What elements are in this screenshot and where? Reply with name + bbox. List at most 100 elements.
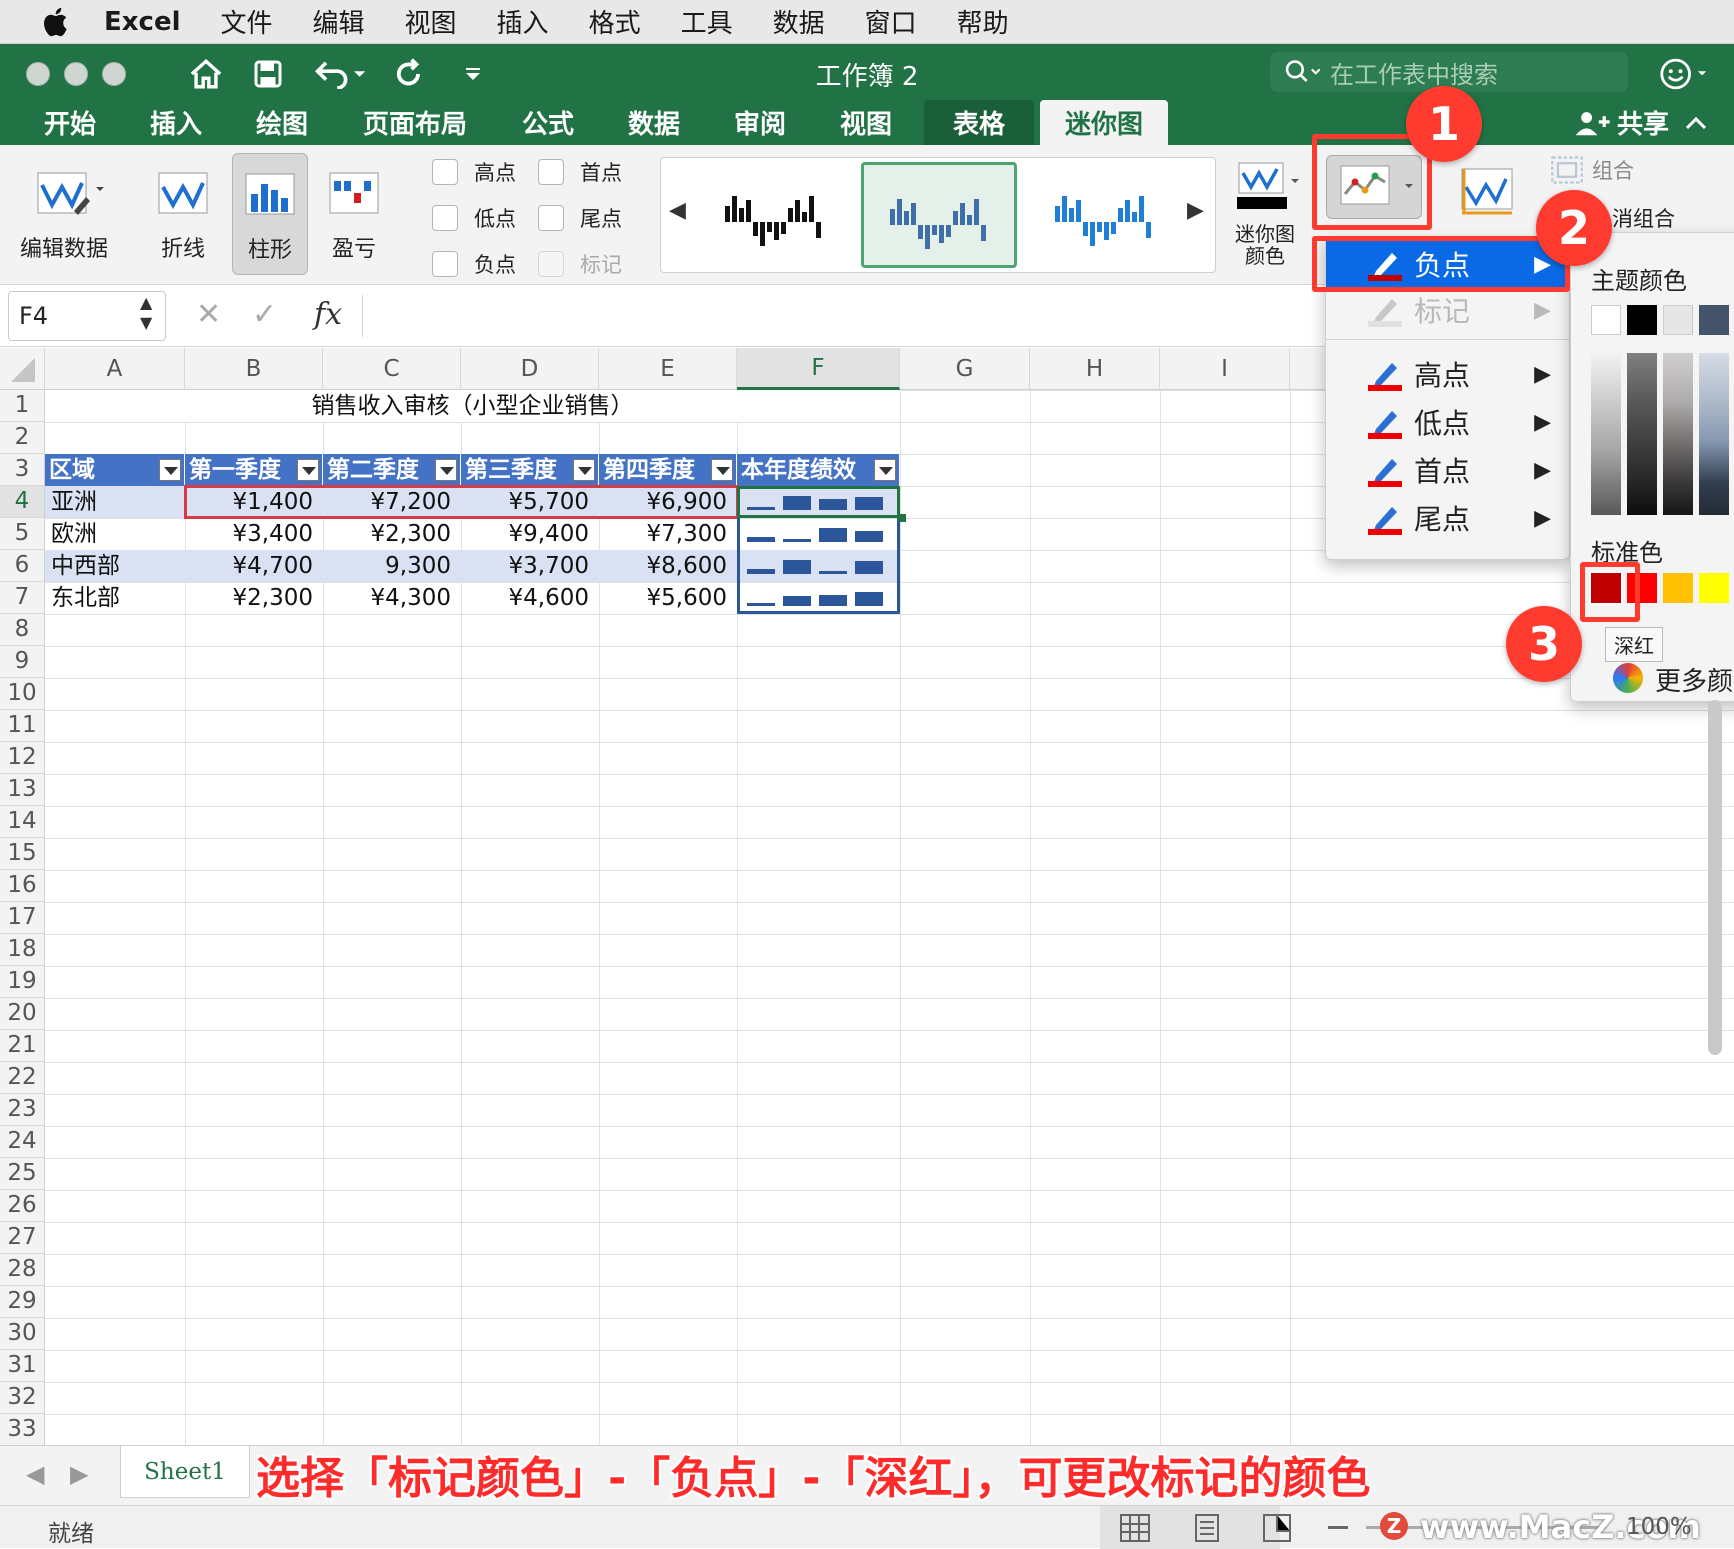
row-header-15[interactable]: 15	[0, 838, 45, 870]
cell-a4[interactable]: 亚洲	[45, 486, 185, 518]
swatch-column-gray-shades[interactable]	[1663, 353, 1693, 515]
tab-table[interactable]: 表格	[924, 100, 1034, 145]
row-header-1[interactable]: 1	[0, 390, 45, 422]
row-header-2[interactable]: 2	[0, 422, 45, 454]
row-header-20[interactable]: 20	[0, 998, 45, 1030]
cell-c5[interactable]: ¥2,300	[323, 518, 461, 550]
cell-b5[interactable]: ¥3,400	[185, 518, 323, 550]
sheet-title-cell[interactable]: 销售收入审核（小型企业销售）	[45, 390, 900, 422]
menu-item-first-point[interactable]: 首点 ▶	[1326, 447, 1571, 493]
collapse-ribbon-icon[interactable]	[1676, 100, 1716, 145]
cell-a5[interactable]: 欧洲	[45, 518, 185, 550]
menu-item-low-point[interactable]: 低点 ▶	[1326, 399, 1571, 445]
tab-review[interactable]: 审阅	[720, 100, 800, 145]
row-header-7[interactable]: 7	[0, 582, 45, 614]
tab-home[interactable]: 开始	[30, 100, 110, 145]
row-header-13[interactable]: 13	[0, 774, 45, 806]
tab-view[interactable]: 视图	[826, 100, 906, 145]
cell-e5[interactable]: ¥7,300	[599, 518, 737, 550]
column-sparkline-button[interactable]: 柱形	[232, 153, 308, 275]
sparkline-style-black[interactable]	[701, 168, 841, 262]
low-point-checkbox[interactable]: 低点	[432, 203, 516, 233]
cell-a6[interactable]: 中西部	[45, 550, 185, 582]
column-header-h[interactable]: H	[1030, 348, 1160, 390]
page-layout-view-icon[interactable]	[1192, 1514, 1222, 1542]
ungroup-button[interactable]: 消组合	[1612, 203, 1675, 233]
formula-input[interactable]	[372, 291, 1322, 341]
filter-dropdown-icon[interactable]	[874, 459, 896, 481]
negative-point-checkbox[interactable]: 负点	[432, 249, 516, 279]
row-header-9[interactable]: 9	[0, 646, 45, 678]
row-header-12[interactable]: 12	[0, 742, 45, 774]
column-header-i[interactable]: I	[1160, 348, 1290, 390]
row-header-10[interactable]: 10	[0, 678, 45, 710]
insert-function-icon[interactable]: fx	[314, 297, 342, 332]
row-header-32[interactable]: 32	[0, 1382, 45, 1414]
swatch-theme-gray[interactable]	[1663, 305, 1693, 335]
sheet-tab-sheet1[interactable]: Sheet1	[120, 1446, 250, 1498]
column-header-f[interactable]: F	[737, 348, 900, 390]
sparkline-style-blue[interactable]	[1031, 168, 1171, 262]
cell-c7[interactable]: ¥4,300	[323, 582, 461, 614]
cell-b7[interactable]: ¥2,300	[185, 582, 323, 614]
swatch-orange[interactable]	[1663, 573, 1693, 603]
row-header-3[interactable]: 3	[0, 454, 45, 486]
line-sparkline-button[interactable]: 折线	[140, 165, 226, 263]
row-header-16[interactable]: 16	[0, 870, 45, 902]
row-header-6[interactable]: 6	[0, 550, 45, 582]
tab-formulas[interactable]: 公式	[508, 100, 588, 145]
cell-b6[interactable]: ¥4,700	[185, 550, 323, 582]
row-header-33[interactable]: 33	[0, 1414, 45, 1446]
row-header-31[interactable]: 31	[0, 1350, 45, 1382]
table-header-region[interactable]: 区域	[45, 454, 185, 486]
row-header-5[interactable]: 5	[0, 518, 45, 550]
menu-window[interactable]: 窗口	[865, 3, 917, 40]
table-header-q1[interactable]: 第一季度	[185, 454, 323, 486]
gallery-prev-icon[interactable]: ◀	[669, 198, 686, 223]
row-header-4[interactable]: 4	[0, 486, 45, 518]
filter-dropdown-icon[interactable]	[711, 459, 733, 481]
axis-button[interactable]	[1452, 163, 1532, 227]
name-box-stepper-icon[interactable]: ▲ ▼	[140, 293, 152, 333]
menu-edit[interactable]: 编辑	[313, 3, 365, 40]
search-input[interactable]: 在工作表中搜索	[1330, 55, 1498, 90]
tab-insert[interactable]: 插入	[136, 100, 216, 145]
smiley-feedback-icon[interactable]	[1656, 52, 1712, 96]
tab-data[interactable]: 数据	[614, 100, 694, 145]
row-header-27[interactable]: 27	[0, 1222, 45, 1254]
row-header-8[interactable]: 8	[0, 614, 45, 646]
next-sheet-icon[interactable]: ▶	[70, 1460, 88, 1488]
cell-e6[interactable]: ¥8,600	[599, 550, 737, 582]
menu-file[interactable]: 文件	[221, 3, 273, 40]
swatch-yellow[interactable]	[1699, 573, 1729, 603]
menu-item-high-point[interactable]: 高点 ▶	[1326, 351, 1571, 397]
apple-icon[interactable]	[40, 5, 74, 39]
row-header-18[interactable]: 18	[0, 934, 45, 966]
table-header-q4[interactable]: 第四季度	[599, 454, 737, 486]
column-header-b[interactable]: B	[185, 348, 323, 390]
menu-excel[interactable]: Excel	[104, 7, 181, 37]
table-header-performance[interactable]: 本年度绩效	[737, 454, 900, 486]
row-header-14[interactable]: 14	[0, 806, 45, 838]
menu-help[interactable]: 帮助	[957, 3, 1009, 40]
row-header-24[interactable]: 24	[0, 1126, 45, 1158]
filter-dropdown-icon[interactable]	[573, 459, 595, 481]
group-button[interactable]: 组合	[1550, 155, 1634, 185]
tab-sparkline[interactable]: 迷你图	[1040, 100, 1168, 145]
page-break-view-icon[interactable]	[1262, 1514, 1292, 1542]
last-point-checkbox[interactable]: 尾点	[538, 203, 622, 233]
menu-format[interactable]: 格式	[589, 3, 641, 40]
confirm-formula-icon[interactable]: ✓	[252, 297, 277, 332]
row-header-23[interactable]: 23	[0, 1094, 45, 1126]
table-header-q2[interactable]: 第二季度	[323, 454, 461, 486]
tab-draw[interactable]: 绘图	[242, 100, 322, 145]
win-loss-button[interactable]: 盈亏	[314, 165, 394, 263]
row-header-21[interactable]: 21	[0, 1030, 45, 1062]
filter-dropdown-icon[interactable]	[435, 459, 457, 481]
column-header-c[interactable]: C	[323, 348, 461, 390]
swatch-theme-black[interactable]	[1627, 305, 1657, 335]
filter-dropdown-icon[interactable]	[159, 459, 181, 481]
zoom-out-icon[interactable]	[1328, 1526, 1348, 1529]
vertical-scrollbar[interactable]	[1708, 700, 1722, 1055]
row-header-22[interactable]: 22	[0, 1062, 45, 1094]
